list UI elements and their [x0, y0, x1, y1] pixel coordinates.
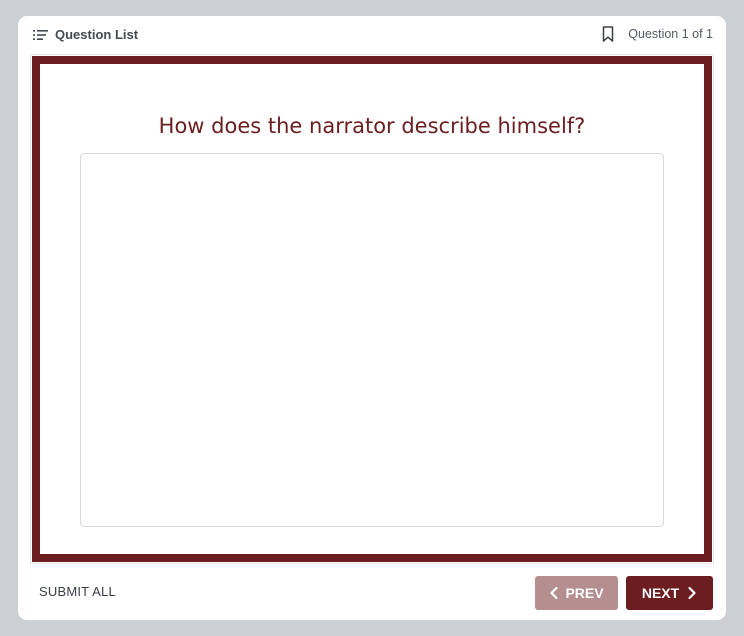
prev-button[interactable]: PREV [535, 576, 618, 610]
list-icon [33, 28, 49, 40]
question-counter: Question 1 of 1 [628, 27, 713, 41]
quiz-card: Question List Question 1 of 1 How does t… [18, 16, 726, 620]
question-text: How does the narrator describe himself? [158, 114, 586, 138]
quiz-header: Question List Question 1 of 1 [18, 16, 726, 52]
question-list-button[interactable]: Question List [33, 24, 138, 44]
answer-textarea[interactable] [80, 153, 664, 527]
prev-button-label: PREV [565, 585, 604, 601]
question-counter-area: Question 1 of 1 [602, 24, 713, 44]
next-button[interactable]: NEXT [626, 576, 713, 610]
chevron-left-icon [549, 586, 559, 600]
question-list-label: Question List [55, 26, 139, 42]
chevron-right-icon [687, 586, 697, 600]
submit-all-button[interactable]: SUBMIT ALL [39, 584, 116, 599]
next-button-label: NEXT [641, 585, 680, 601]
question-frame: How does the narrator describe himself? [32, 56, 712, 562]
bookmark-icon[interactable] [602, 26, 614, 42]
